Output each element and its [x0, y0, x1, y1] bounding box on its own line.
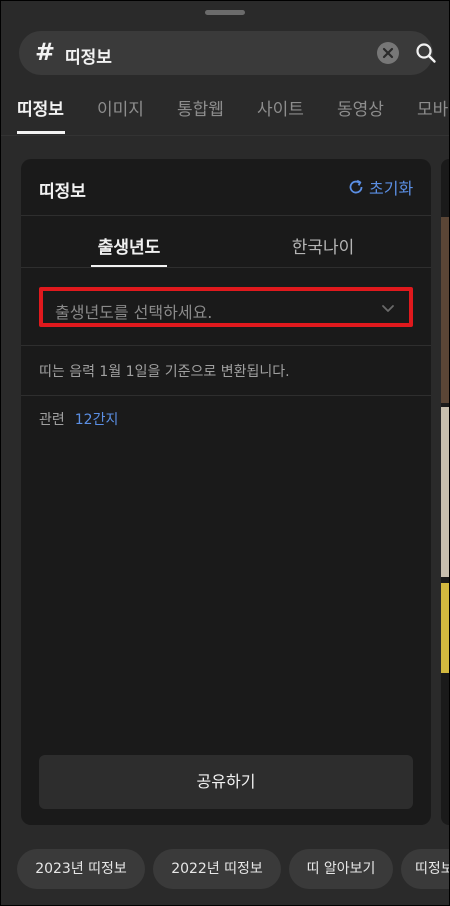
thumbnail-image: [441, 407, 449, 577]
card-title: 띠정보: [39, 182, 86, 202]
chip-2022-tti[interactable]: 2022년 띠정보: [153, 849, 281, 889]
divider: [1, 135, 449, 136]
chip-tti-lookup[interactable]: 띠 알아보기: [289, 849, 393, 889]
lunar-note: 띠는 음력 1월 1일을 기준으로 변환됩니다.: [39, 364, 290, 380]
tab-tti-info[interactable]: 띠정보: [17, 95, 64, 120]
search-icon[interactable]: [415, 42, 437, 64]
drag-handle[interactable]: [205, 10, 245, 15]
subtab-korean-age[interactable]: 한국나이: [223, 233, 423, 258]
tab-images[interactable]: 이미지: [97, 95, 144, 120]
chip-tti-info[interactable]: 띠정보: [401, 849, 449, 889]
divider: [21, 395, 431, 396]
tab-videos[interactable]: 동영상: [337, 95, 384, 120]
divider: [21, 267, 431, 268]
share-label: 공유하기: [196, 772, 256, 791]
divider: [21, 215, 431, 216]
tab-active-indicator: [17, 131, 65, 134]
chip-2023-tti[interactable]: 2023년 띠정보: [17, 849, 145, 889]
related-row: 관련 12간지: [39, 409, 118, 429]
related-search-chips: 2023년 띠정보 2022년 띠정보 띠 알아보기 띠정보: [1, 849, 449, 893]
tab-mobile[interactable]: 모바일: [417, 95, 449, 120]
zodiac-link[interactable]: 12간지: [75, 412, 119, 428]
reset-button[interactable]: 초기화: [347, 175, 413, 199]
screen: # 띠정보 띠정보 이미지 통합웹 사이트 동영상 모바일 띠정보 초기화 출생…: [0, 0, 450, 906]
tab-sites[interactable]: 사이트: [257, 95, 304, 120]
tab-web[interactable]: 통합웹: [177, 95, 224, 120]
divider: [21, 345, 431, 346]
birth-year-select[interactable]: 출생년도를 선택하세요.: [39, 287, 413, 327]
thumbnail-image: [441, 217, 449, 403]
search-query[interactable]: 띠정보: [65, 43, 112, 68]
share-button[interactable]: 공유하기: [39, 755, 413, 809]
clear-icon[interactable]: [377, 42, 399, 64]
chevron-down-icon: [379, 299, 397, 317]
related-label: 관련: [39, 412, 65, 428]
search-bar[interactable]: # 띠정보: [19, 31, 436, 75]
thumbnail-image: [441, 583, 449, 673]
next-card-peek[interactable]: [441, 159, 449, 825]
tti-info-card: 띠정보 초기화 출생년도 한국나이 출생년도를 선택하세요. 띠는 음력 1월 …: [21, 159, 431, 825]
select-placeholder: 출생년도를 선택하세요.: [55, 303, 213, 322]
refresh-icon: [349, 179, 363, 194]
hash-icon: #: [35, 38, 56, 66]
reset-label: 초기화: [369, 179, 414, 198]
tab-bar: 띠정보 이미지 통합웹 사이트 동영상 모바일: [1, 85, 449, 135]
subtab-birth-year[interactable]: 출생년도: [29, 233, 229, 258]
